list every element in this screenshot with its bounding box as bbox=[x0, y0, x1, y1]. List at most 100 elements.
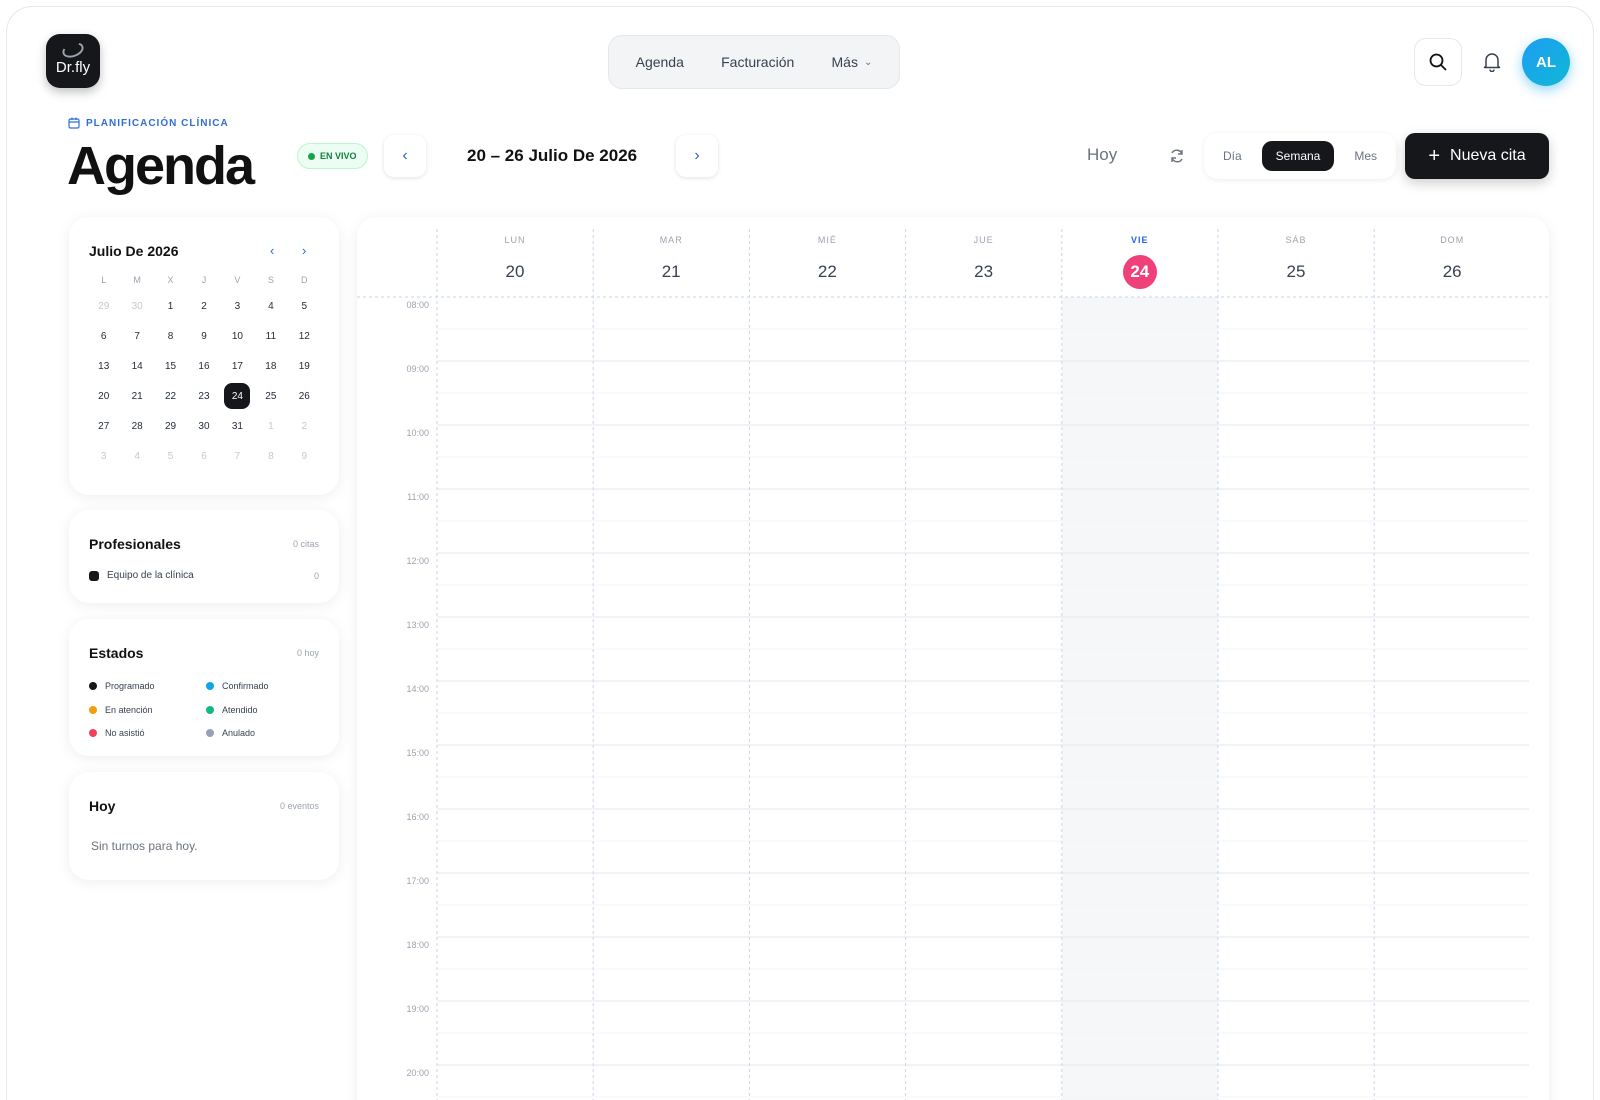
day-header[interactable]: JUE 23 bbox=[906, 217, 1062, 297]
mini-day[interactable]: 28 bbox=[124, 413, 150, 439]
time-label: 14:00 bbox=[406, 684, 429, 694]
time-label: 13:00 bbox=[406, 620, 429, 630]
day-header[interactable]: VIE 24 bbox=[1062, 217, 1218, 297]
mini-day[interactable]: 9 bbox=[191, 323, 217, 349]
next-week-button[interactable]: › bbox=[676, 135, 718, 177]
mini-weekday-row: LMXJVSD bbox=[87, 269, 321, 291]
mini-day[interactable]: 9 bbox=[291, 443, 317, 469]
mini-day[interactable]: 11 bbox=[258, 323, 284, 349]
chevron-down-icon: ⌄ bbox=[863, 56, 873, 68]
statuses-title: Estados bbox=[89, 645, 144, 661]
mini-day[interactable]: 18 bbox=[258, 353, 284, 379]
mini-day[interactable]: 15 bbox=[158, 353, 184, 379]
mini-day[interactable]: 10 bbox=[224, 323, 250, 349]
live-dot-icon bbox=[308, 152, 315, 160]
mini-weekday-label: M bbox=[133, 275, 141, 285]
prev-week-button[interactable]: ‹ bbox=[384, 135, 426, 177]
mini-day[interactable]: 2 bbox=[191, 293, 217, 319]
mini-day[interactable]: 6 bbox=[91, 323, 117, 349]
search-button[interactable] bbox=[1414, 38, 1462, 86]
mini-day[interactable]: 3 bbox=[91, 443, 117, 469]
status-label: Anulado bbox=[222, 728, 256, 738]
user-avatar[interactable]: AL bbox=[1522, 38, 1570, 86]
statuses-meta: 0 hoy bbox=[296, 648, 319, 658]
mini-day[interactable]: 5 bbox=[291, 293, 317, 319]
app-window: Dr.fly Agenda Facturación Más ⌄ AL PLANIF… bbox=[6, 6, 1594, 1100]
day-header[interactable]: SÁB 25 bbox=[1218, 217, 1374, 297]
nav-item-agenda[interactable]: Agenda bbox=[636, 54, 684, 70]
time-label: 12:00 bbox=[406, 556, 429, 566]
professional-count: 0 bbox=[313, 570, 319, 581]
view-week-tab[interactable]: Semana bbox=[1261, 141, 1335, 171]
nav-item-mas[interactable]: Más ⌄ bbox=[832, 54, 873, 70]
status-label: En atención bbox=[105, 704, 153, 715]
nav-label: Más bbox=[831, 54, 858, 70]
mini-next-month-button[interactable]: › bbox=[302, 243, 306, 258]
mini-day[interactable]: 24 bbox=[224, 383, 251, 409]
mini-day[interactable]: 14 bbox=[124, 353, 150, 379]
view-day-tab[interactable]: Día bbox=[1209, 141, 1256, 171]
today-title: Hoy bbox=[89, 798, 116, 814]
day-name: MAR bbox=[659, 235, 683, 245]
professional-item[interactable]: Equipo de la clínica 0 bbox=[89, 570, 319, 581]
mini-day[interactable]: 25 bbox=[258, 383, 284, 409]
status-label: Confirmado bbox=[222, 681, 269, 691]
professionals-meta: 0 citas bbox=[292, 539, 319, 549]
mini-prev-month-button[interactable]: ‹ bbox=[270, 243, 274, 258]
status-dot-icon bbox=[206, 705, 214, 714]
mini-day[interactable]: 29 bbox=[91, 293, 117, 319]
mini-day[interactable]: 4 bbox=[258, 293, 284, 319]
day-header[interactable]: LUN 20 bbox=[437, 217, 593, 297]
mini-day[interactable]: 1 bbox=[258, 413, 284, 439]
mini-day[interactable]: 29 bbox=[158, 413, 184, 439]
notifications-button[interactable] bbox=[1477, 47, 1507, 77]
nav-item-facturacion[interactable]: Facturación bbox=[721, 54, 794, 70]
mini-week-row: 13 14 15 16 17 18 19 bbox=[87, 351, 321, 381]
brand-logo[interactable]: Dr.fly bbox=[46, 34, 100, 88]
mini-day[interactable]: 27 bbox=[91, 413, 117, 439]
time-label: 20:00 bbox=[406, 1068, 429, 1078]
nav-label: Facturación bbox=[721, 54, 795, 70]
mini-day[interactable]: 23 bbox=[191, 383, 217, 409]
mini-day[interactable]: 19 bbox=[291, 353, 317, 379]
time-label: 09:00 bbox=[406, 364, 429, 374]
plus-icon: + bbox=[1428, 145, 1441, 167]
mini-day[interactable]: 31 bbox=[224, 413, 250, 439]
mini-weekday-label: L bbox=[101, 275, 107, 285]
mini-day[interactable]: 5 bbox=[158, 443, 184, 469]
mini-day[interactable]: 8 bbox=[258, 443, 284, 469]
status-dot-icon bbox=[89, 682, 97, 690]
mini-day[interactable]: 22 bbox=[158, 383, 184, 409]
mini-day[interactable]: 12 bbox=[291, 323, 317, 349]
mini-weeks: 29 30 1 2 3 4 5 6 7 8 9 10 11 12 13 14 15 16 17 18 19 20 21 22 2… bbox=[87, 291, 321, 471]
mini-day[interactable]: 16 bbox=[191, 353, 217, 379]
mini-weekday-label: V bbox=[234, 275, 241, 285]
mini-day[interactable]: 3 bbox=[224, 293, 250, 319]
day-name: LUN bbox=[504, 235, 526, 245]
mini-day[interactable]: 6 bbox=[191, 443, 217, 469]
mini-week-row: 20 21 22 23 24 25 26 bbox=[87, 381, 321, 411]
mini-day[interactable]: 8 bbox=[158, 323, 184, 349]
today-button[interactable]: Hoy bbox=[1087, 145, 1117, 165]
new-appointment-button[interactable]: + Nueva cita bbox=[1405, 133, 1549, 179]
view-month-tab[interactable]: Mes bbox=[1340, 141, 1391, 171]
mini-day[interactable]: 1 bbox=[158, 293, 184, 319]
mini-day[interactable]: 26 bbox=[291, 383, 317, 409]
mini-day[interactable]: 13 bbox=[91, 353, 117, 379]
day-header[interactable]: MAR 21 bbox=[593, 217, 749, 297]
day-header[interactable]: MIÉ 22 bbox=[749, 217, 905, 297]
time-label: 19:00 bbox=[406, 1004, 429, 1014]
mini-day[interactable]: 21 bbox=[124, 383, 150, 409]
today-card: Hoy 0 eventos Sin turnos para hoy. bbox=[69, 772, 339, 880]
mini-day[interactable]: 30 bbox=[191, 413, 217, 439]
mini-day[interactable]: 2 bbox=[291, 413, 317, 439]
time-label: 15:00 bbox=[406, 748, 429, 758]
mini-day[interactable]: 20 bbox=[91, 383, 117, 409]
mini-day[interactable]: 7 bbox=[124, 323, 150, 349]
refresh-button[interactable] bbox=[1165, 144, 1189, 168]
day-header[interactable]: DOM 26 bbox=[1374, 217, 1530, 297]
mini-day[interactable]: 7 bbox=[224, 443, 250, 469]
mini-day[interactable]: 30 bbox=[124, 293, 150, 319]
mini-day[interactable]: 17 bbox=[224, 353, 250, 379]
mini-day[interactable]: 4 bbox=[124, 443, 150, 469]
